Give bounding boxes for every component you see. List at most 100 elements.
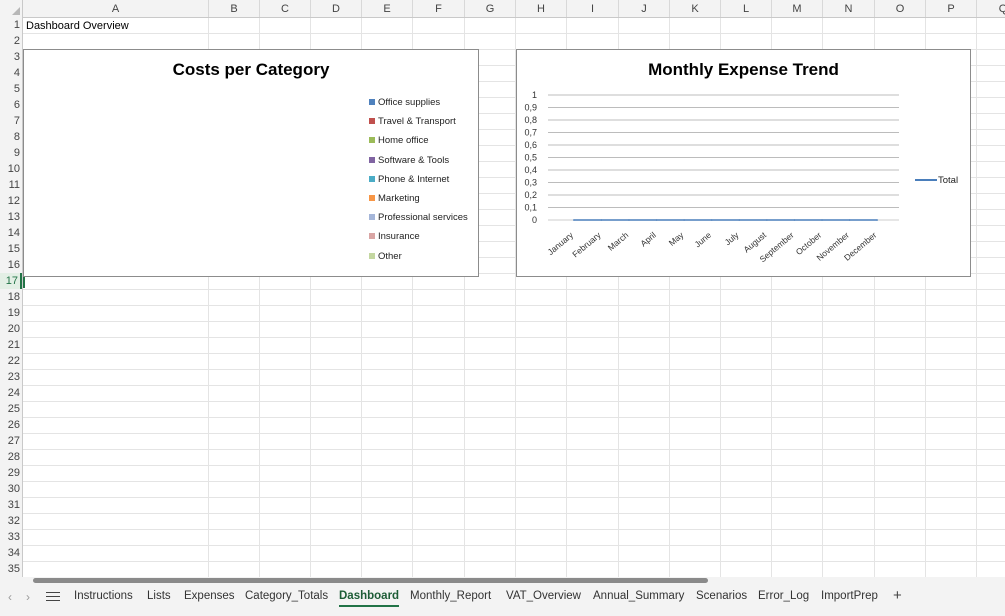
- row-header-30[interactable]: 30: [0, 481, 22, 497]
- column-header-e[interactable]: E: [362, 0, 413, 17]
- row-header-14[interactable]: 14: [0, 225, 22, 241]
- row-header-21[interactable]: 21: [0, 337, 22, 353]
- row-header-1[interactable]: 1: [0, 17, 22, 33]
- sheet-tab-scenarios[interactable]: Scenarios: [696, 590, 747, 602]
- column-header-l[interactable]: L: [721, 0, 772, 17]
- legend-item: Other: [369, 251, 402, 262]
- row-header-19[interactable]: 19: [0, 305, 22, 321]
- row-header-6[interactable]: 6: [0, 97, 22, 113]
- plus-icon[interactable]: +: [893, 587, 902, 604]
- row-header-33[interactable]: 33: [0, 529, 22, 545]
- column-header-i[interactable]: I: [567, 0, 619, 17]
- column-header-j[interactable]: J: [619, 0, 670, 17]
- row-header-25[interactable]: 25: [0, 401, 22, 417]
- column-header-k[interactable]: K: [670, 0, 721, 17]
- sheet-tab-vat-overview[interactable]: VAT_Overview: [506, 590, 581, 602]
- row-header-12[interactable]: 12: [0, 193, 22, 209]
- row-header-10[interactable]: 10: [0, 161, 22, 177]
- row-header-8[interactable]: 8: [0, 129, 22, 145]
- column-header-h[interactable]: H: [516, 0, 567, 17]
- row-header-17[interactable]: 17: [0, 273, 22, 289]
- row-header-24[interactable]: 24: [0, 385, 22, 401]
- gridline: [23, 385, 1005, 386]
- cell-a1[interactable]: Dashboard Overview: [26, 18, 129, 34]
- row-header-23[interactable]: 23: [0, 369, 22, 385]
- data-point: [821, 219, 823, 221]
- row-header-15[interactable]: 15: [0, 241, 22, 257]
- gridline: [23, 545, 1005, 546]
- data-point: [710, 219, 713, 221]
- column-header-o[interactable]: O: [875, 0, 926, 17]
- row-header-28[interactable]: 28: [0, 449, 22, 465]
- gridline: [23, 353, 1005, 354]
- row-header-31[interactable]: 31: [0, 497, 22, 513]
- column-header-c[interactable]: C: [260, 0, 311, 17]
- gridline: [23, 369, 1005, 370]
- select-all-corner[interactable]: [0, 0, 23, 17]
- column-header-g[interactable]: G: [465, 0, 516, 17]
- row-header-20[interactable]: 20: [0, 321, 22, 337]
- sheet-tab-dashboard[interactable]: Dashboard: [339, 590, 400, 607]
- chevron-right-icon[interactable]: ›: [26, 590, 30, 604]
- column-header-a[interactable]: A: [23, 0, 209, 17]
- chevron-left-icon[interactable]: ‹: [8, 590, 12, 604]
- sheet-tab-lists[interactable]: Lists: [147, 590, 171, 602]
- row-header-13[interactable]: 13: [0, 209, 22, 225]
- legend-label: Software & Tools: [378, 154, 450, 166]
- legend-item: Office supplies: [369, 97, 440, 108]
- gridline: [23, 321, 1005, 322]
- gridline: [23, 465, 1005, 466]
- sheet-tab-category-totals[interactable]: Category_Totals: [245, 590, 328, 602]
- sheet-tab-monthly-report[interactable]: Monthly_Report: [410, 590, 491, 602]
- row-header-32[interactable]: 32: [0, 513, 22, 529]
- data-point: [628, 219, 630, 221]
- column-header-n[interactable]: N: [823, 0, 875, 17]
- row-header-7[interactable]: 7: [0, 113, 22, 129]
- sheet-tab-error-log[interactable]: Error_Log: [758, 590, 809, 602]
- gridline: [23, 337, 1005, 338]
- row-header-9[interactable]: 9: [0, 145, 22, 161]
- column-header-d[interactable]: D: [311, 0, 362, 17]
- line-plot: 10,90,80,70,60,50,40,30,20,10JanuaryFebr…: [524, 90, 958, 264]
- data-point: [683, 219, 685, 221]
- column-header-bar: ABCDEFGHIJKLMNOPQ: [0, 0, 1005, 18]
- row-header-16[interactable]: 16: [0, 257, 22, 273]
- row-header-34[interactable]: 34: [0, 545, 22, 561]
- horizontal-scrollbar[interactable]: [33, 578, 708, 583]
- column-header-q[interactable]: Q: [977, 0, 1005, 17]
- legend-item: Phone & Internet: [369, 174, 449, 185]
- data-point: [793, 219, 796, 221]
- spreadsheet-grid[interactable]: ABCDEFGHIJKLMNOPQ 1 2 3 4 5 6 7 8 9 10 11 12 13 14 15 1…: [0, 0, 1005, 577]
- row-header-27[interactable]: 27: [0, 433, 22, 449]
- legend-swatch: [369, 99, 375, 105]
- column-header-p[interactable]: P: [926, 0, 977, 17]
- row-header-26[interactable]: 26: [0, 417, 22, 433]
- column-header-b[interactable]: B: [209, 0, 260, 17]
- row-header-18[interactable]: 18: [0, 289, 22, 305]
- column-header-f[interactable]: F: [413, 0, 465, 17]
- column-header-m[interactable]: M: [772, 0, 823, 17]
- data-point: [655, 219, 658, 221]
- row-header-29[interactable]: 29: [0, 465, 22, 481]
- sheet-tab-instructions[interactable]: Instructions: [74, 590, 133, 602]
- costs-per-category-chart[interactable]: Costs per Category Office supplies Travel…: [23, 49, 479, 277]
- sheet-tab-importprep[interactable]: ImportPrep: [821, 590, 878, 602]
- monthly-expense-trend-chart[interactable]: Monthly Expense Trend 1 0,9 0,8 0,7 0,6 0,5 0,…: [516, 49, 971, 277]
- gridline: [23, 529, 1005, 530]
- sheet-tab-annual-summary[interactable]: Annual_Summary: [593, 590, 684, 602]
- legend-label: Travel & Transport: [378, 116, 456, 128]
- y-tick-label: 0,2: [524, 190, 537, 200]
- row-header-2[interactable]: 2: [0, 33, 22, 49]
- hamburger-icon[interactable]: [46, 589, 60, 603]
- legend-swatch: [369, 195, 375, 201]
- data-point: [600, 219, 603, 221]
- row-header-4[interactable]: 4: [0, 65, 22, 81]
- sheet-tab-expenses[interactable]: Expenses: [184, 590, 235, 602]
- row-header-35[interactable]: 35: [0, 561, 22, 577]
- gridline: [23, 497, 1005, 498]
- row-header-11[interactable]: 11: [0, 177, 22, 193]
- row-header-3[interactable]: 3: [0, 49, 22, 65]
- y-tick-label: 0,4: [524, 165, 537, 175]
- row-header-22[interactable]: 22: [0, 353, 22, 369]
- row-header-5[interactable]: 5: [0, 81, 22, 97]
